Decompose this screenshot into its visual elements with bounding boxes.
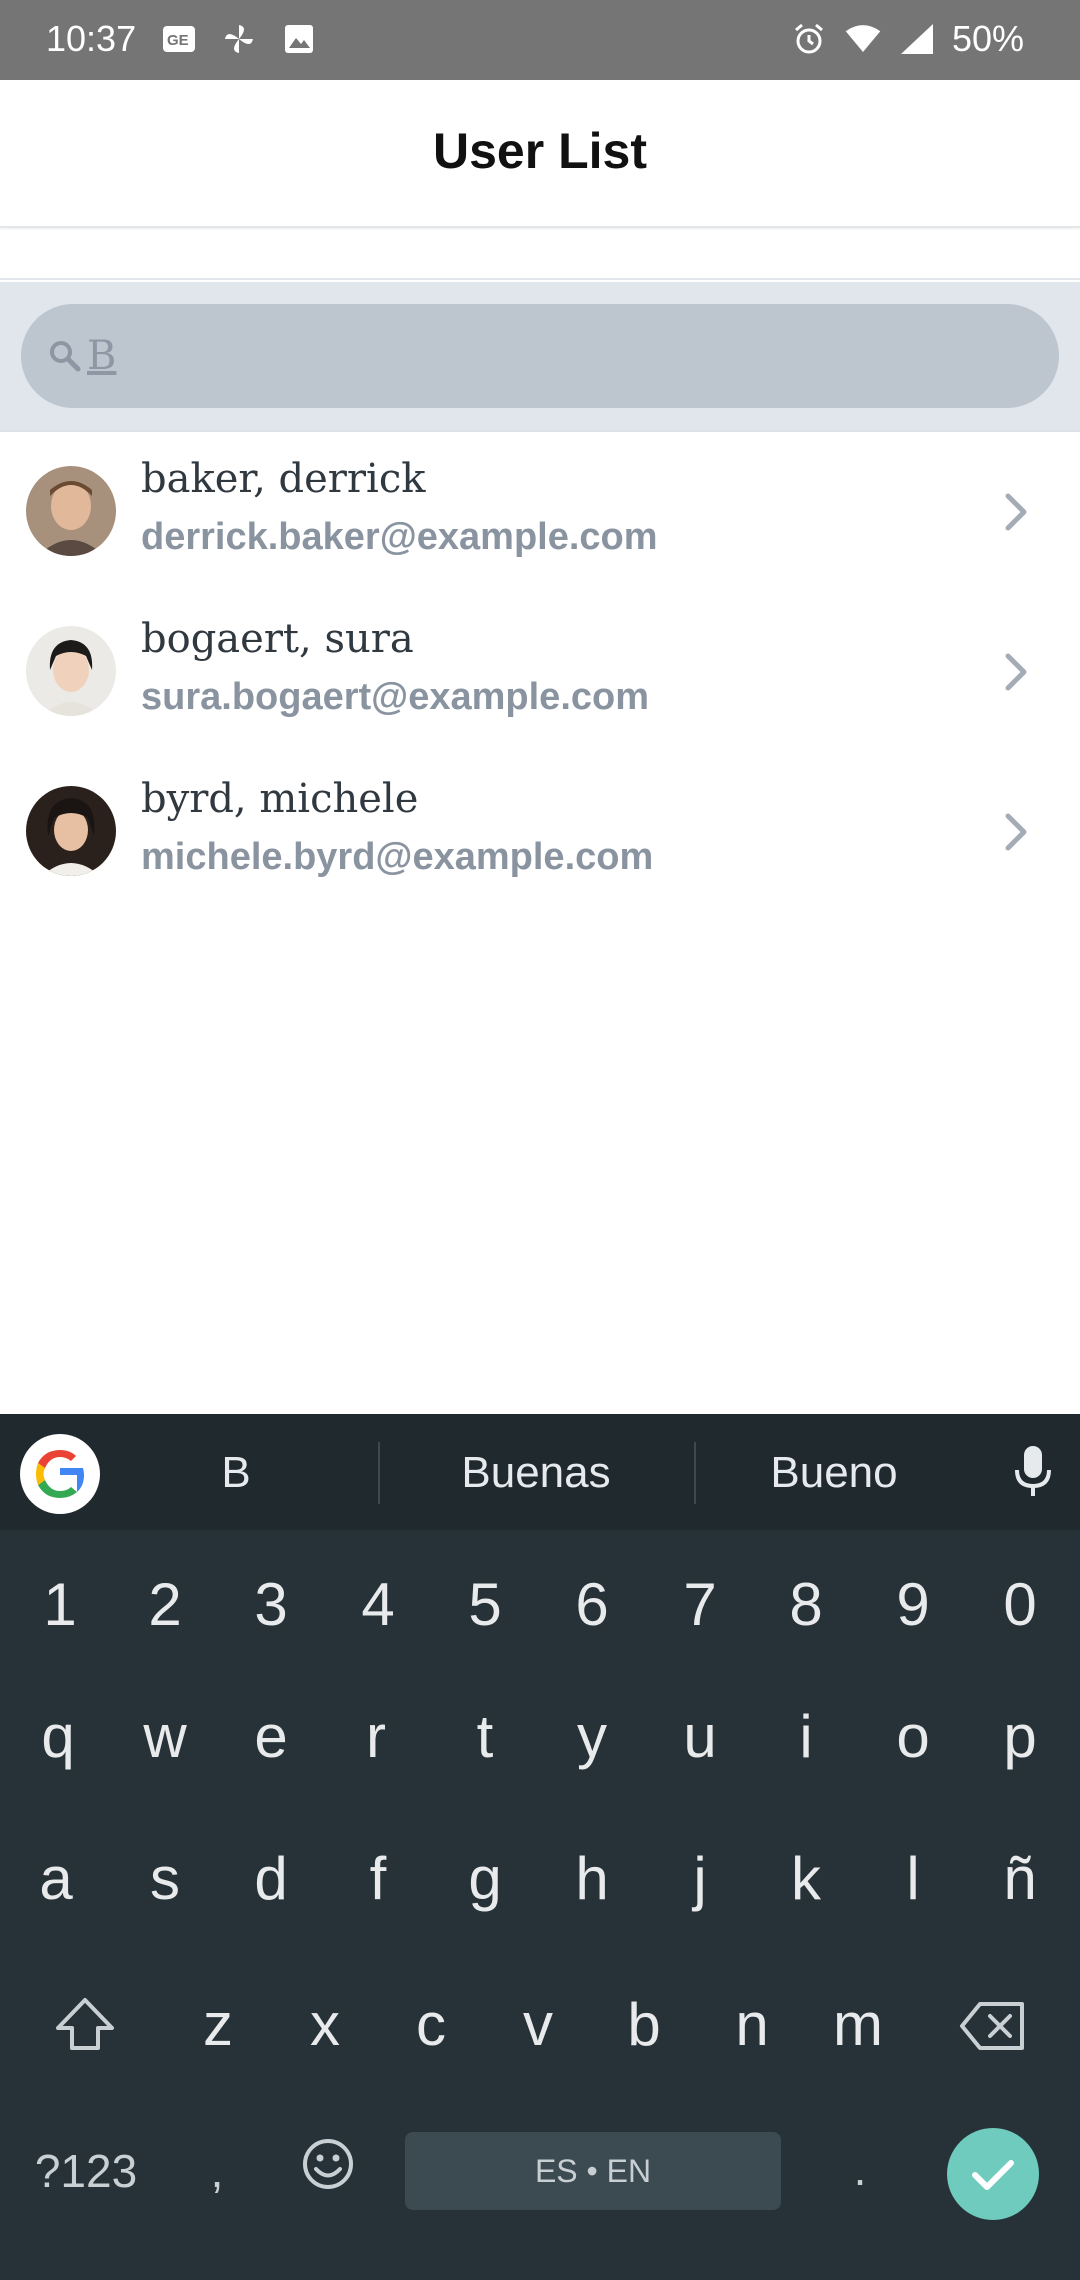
key-r[interactable]: r	[326, 1702, 426, 1771]
suggestion-bar: B Buenas Bueno	[0, 1414, 1080, 1530]
app-header: User List	[0, 80, 1080, 228]
image-icon	[280, 20, 318, 58]
key-j[interactable]: j	[650, 1844, 750, 1913]
list-item[interactable]: bogaert, sura sura.bogaert@example.com	[0, 592, 1080, 752]
chevron-right-icon	[996, 484, 1036, 540]
comma-key[interactable]: ,	[192, 2144, 242, 2198]
key-3[interactable]: 3	[221, 1570, 321, 1639]
key-9[interactable]: 9	[863, 1570, 963, 1639]
key-v[interactable]: v	[488, 1990, 588, 2059]
period-key[interactable]: .	[835, 2142, 885, 2196]
avatar	[26, 466, 116, 556]
list-item[interactable]: byrd, michele michele.byrd@example.com	[0, 752, 1080, 912]
user-name: baker, derrick	[141, 456, 426, 502]
google-icon[interactable]	[20, 1434, 100, 1514]
user-email: michele.byrd@example.com	[141, 836, 654, 878]
suggestion-2[interactable]: Buenas	[416, 1448, 656, 1498]
key-i[interactable]: i	[756, 1702, 856, 1771]
key-t[interactable]: t	[435, 1702, 535, 1771]
emoji-icon[interactable]	[296, 2136, 360, 2203]
key-n[interactable]: n	[702, 1990, 802, 2059]
chevron-right-icon	[996, 804, 1036, 860]
pinwheel-icon	[220, 20, 258, 58]
key-a[interactable]: a	[6, 1844, 106, 1913]
key-0[interactable]: 0	[970, 1570, 1070, 1639]
enter-button[interactable]	[947, 2128, 1039, 2220]
key-c[interactable]: c	[381, 1990, 481, 2059]
key-q[interactable]: q	[8, 1702, 108, 1771]
space-bar[interactable]: ES • EN	[405, 2132, 781, 2210]
backspace-icon[interactable]	[955, 1998, 1031, 2065]
status-right: 50%	[790, 18, 1024, 60]
svg-text:GE: GE	[167, 32, 189, 49]
alarm-icon	[790, 20, 828, 58]
user-name: byrd, michele	[141, 776, 419, 822]
key-g[interactable]: g	[435, 1844, 535, 1913]
suggestion-divider	[378, 1442, 380, 1504]
avatar	[26, 626, 116, 716]
key-u[interactable]: u	[650, 1702, 750, 1771]
list-item[interactable]: baker, derrick derrick.baker@example.com	[0, 432, 1080, 592]
microphone-icon[interactable]	[1008, 1442, 1058, 1502]
notification-icons: GE	[160, 20, 318, 58]
key-y[interactable]: y	[542, 1702, 642, 1771]
avatar	[26, 786, 116, 876]
key-7[interactable]: 7	[650, 1570, 750, 1639]
search-input[interactable]	[87, 322, 987, 390]
suggestion-3[interactable]: Bueno	[724, 1448, 944, 1498]
key-1[interactable]: 1	[10, 1570, 110, 1639]
key-n-tilde[interactable]: ñ	[970, 1844, 1070, 1913]
key-6[interactable]: 6	[542, 1570, 642, 1639]
key-b[interactable]: b	[594, 1990, 694, 2059]
key-m[interactable]: m	[808, 1990, 908, 2059]
search-bar[interactable]	[21, 304, 1059, 408]
symbols-key[interactable]: ?123	[26, 2144, 146, 2198]
search-icon	[45, 336, 85, 376]
battery-level: 50%	[951, 18, 1024, 59]
checkmark-icon	[972, 2160, 1014, 2190]
soft-keyboard: B Buenas Bueno 1 2 3 4 5 6 7 8 9 0 q w e…	[0, 1414, 1080, 2280]
key-2[interactable]: 2	[115, 1570, 215, 1639]
key-z[interactable]: z	[168, 1990, 268, 2059]
status-bar: 10:37 GE 50%	[0, 0, 1080, 80]
key-f[interactable]: f	[328, 1844, 428, 1913]
search-area	[0, 282, 1080, 432]
key-4[interactable]: 4	[328, 1570, 428, 1639]
key-h[interactable]: h	[542, 1844, 642, 1913]
key-5[interactable]: 5	[435, 1570, 535, 1639]
key-w[interactable]: w	[115, 1702, 215, 1771]
header-spacer	[0, 230, 1080, 280]
user-email: derrick.baker@example.com	[141, 516, 658, 558]
key-k[interactable]: k	[756, 1844, 856, 1913]
key-o[interactable]: o	[863, 1702, 963, 1771]
suggestion-divider	[694, 1442, 696, 1504]
key-8[interactable]: 8	[756, 1570, 856, 1639]
key-p[interactable]: p	[970, 1702, 1070, 1771]
suggestion-1[interactable]: B	[136, 1448, 336, 1498]
user-list: baker, derrick derrick.baker@example.com…	[0, 432, 1080, 912]
signal-icon	[898, 20, 936, 58]
gmail-style-icon: GE	[160, 20, 198, 58]
shift-icon[interactable]	[42, 1994, 128, 2065]
page-title: User List	[433, 123, 647, 179]
user-email: sura.bogaert@example.com	[141, 676, 650, 718]
key-s[interactable]: s	[115, 1844, 215, 1913]
key-x[interactable]: x	[275, 1990, 375, 2059]
key-d[interactable]: d	[221, 1844, 321, 1913]
status-time: 10:37	[46, 18, 137, 59]
key-e[interactable]: e	[221, 1702, 321, 1771]
chevron-right-icon	[996, 644, 1036, 700]
wifi-icon	[844, 20, 882, 58]
user-name: bogaert, sura	[141, 616, 414, 662]
key-l[interactable]: l	[863, 1844, 963, 1913]
